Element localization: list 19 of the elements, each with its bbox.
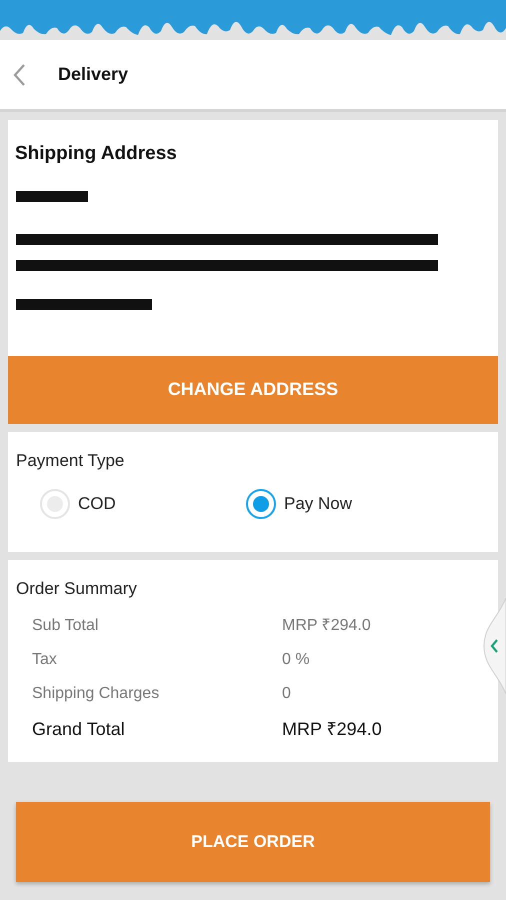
radio-label: Pay Now: [284, 493, 352, 516]
summary-value: MRP ₹294.0: [282, 718, 382, 741]
back-icon: [12, 62, 26, 86]
redaction-bar: [16, 190, 88, 202]
summary-label: Tax: [32, 650, 58, 670]
summary-label: Sub Total: [32, 616, 100, 636]
radio-button[interactable]: [246, 489, 276, 519]
summary-label: Grand Total: [32, 718, 126, 741]
radio-label: COD: [78, 493, 116, 516]
summary-value: MRP ₹294.0: [282, 616, 371, 636]
radio-option[interactable]: COD: [40, 489, 246, 519]
summary-value: 0: [282, 684, 291, 704]
section-title: Order Summary: [16, 578, 138, 600]
section-title: Payment Type: [16, 450, 126, 472]
summary-value: 0 %: [282, 650, 310, 670]
page-title: Delivery: [58, 63, 128, 86]
radio-option[interactable]: Pay Now: [246, 489, 452, 519]
summary-label: Shipping Charges: [32, 684, 160, 704]
section-title: Shipping Address: [14, 142, 178, 166]
